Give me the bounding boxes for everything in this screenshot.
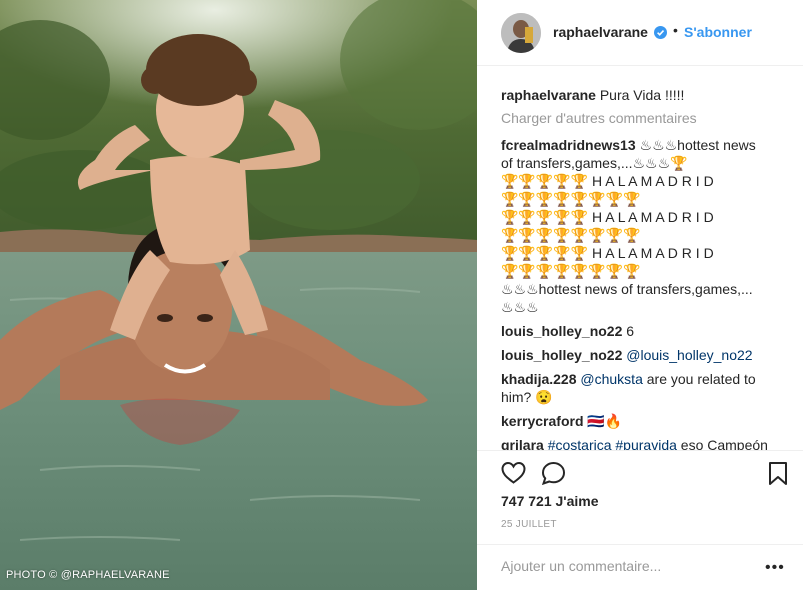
post-panel: raphaelvarane • S'abonner raphaelvarane … [477,0,803,590]
comment: kerrycraford 🇨🇷🔥 [501,412,622,430]
comment-username[interactable]: khadija.228 [501,371,577,387]
header-username[interactable]: raphaelvarane [553,24,648,40]
add-comment-bar: ••• [477,544,803,590]
separator-dot: • [673,22,678,38]
photo-illustration [0,0,477,590]
verified-badge-icon [654,26,667,39]
likes-count[interactable]: 747 721 J'aime [501,493,599,509]
comment-mention[interactable]: @louis_holley_no22 [626,347,752,363]
comment: khadija.228 @chuksta are you related to … [501,370,791,406]
comment-username[interactable]: kerrycraford [501,413,584,429]
comment-mention[interactable]: @chuksta [580,371,642,387]
comment-line: 🏆🏆🏆🏆🏆 H A L A M A D R I D [501,209,714,225]
post-date: 25 JUILLET [501,519,557,530]
bookmark-icon[interactable] [768,461,788,491]
comment: fcrealmadridnews13 ♨♨♨hottest news of tr… [501,136,791,316]
comment-hashtags[interactable]: #costarica #puravida [548,437,677,450]
caption: raphaelvarane Pura Vida !!!!! [501,86,684,104]
comment-line: 🏆🏆🏆🏆🏆🏆🏆🏆 [501,227,641,243]
comment-text: 🇨🇷🔥 [587,413,623,429]
comment-line: 🏆🏆🏆🏆🏆 H A L A M A D R I D [501,173,714,189]
photo-credit: PHOTO © @RAPHAELVARANE [6,569,170,581]
caption-username[interactable]: raphaelvarane [501,87,596,103]
comment-username[interactable]: louis_holley_no22 [501,323,622,339]
avatar-image [501,13,541,53]
comment-text: eso Campeón [680,437,768,450]
add-comment-input[interactable] [501,558,751,574]
comment: grilara #costarica #puravida eso Campeón [501,436,768,450]
post-actions [477,450,803,486]
comment-username[interactable]: louis_holley_no22 [501,347,622,363]
comment-line: ♨♨♨hottest news of transfers,games,... [501,281,753,297]
caption-text: Pura Vida !!!!! [599,87,685,103]
comment-username[interactable]: fcrealmadridnews13 [501,137,636,153]
comment-text: 6 [626,323,635,339]
comment: louis_holley_no22 @louis_holley_no22 [501,346,753,364]
comment-line: 🏆🏆🏆🏆🏆🏆🏆🏆 [501,263,641,279]
comment-line: ♨♨♨hottest news [639,137,756,153]
more-options-button[interactable]: ••• [765,559,785,577]
comment-line: ♨♨♨ [501,299,539,315]
comment-icon[interactable] [541,461,566,490]
comment-text: are you related to [646,371,756,387]
comment-line: of transfers,games,...♨♨♨🏆 [501,155,688,171]
follow-button[interactable]: S'abonner [684,24,752,40]
post-header: raphaelvarane • S'abonner [477,0,803,66]
comment-line: 🏆🏆🏆🏆🏆 H A L A M A D R I D [501,245,714,261]
comments-list[interactable]: raphaelvarane Pura Vida !!!!! Charger d'… [501,66,793,450]
load-more-comments-button[interactable]: Charger d'autres commentaires [501,110,697,126]
avatar[interactable] [501,13,541,53]
post-photo[interactable]: PHOTO © @RAPHAELVARANE [0,0,477,590]
comment: louis_holley_no22 6 [501,322,634,340]
comment-text: him? 😧 [501,389,553,405]
comment-line: 🏆🏆🏆🏆🏆🏆🏆🏆 [501,191,641,207]
comment-username[interactable]: grilara [501,437,544,450]
heart-icon[interactable] [501,461,526,490]
